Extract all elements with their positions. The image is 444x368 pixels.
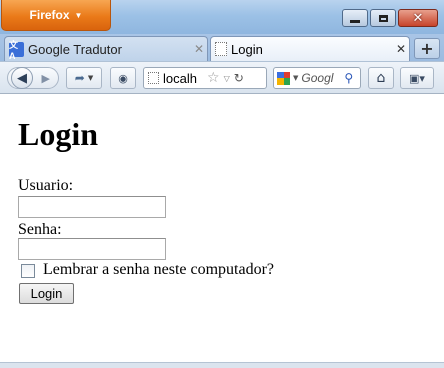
forward-button[interactable]: ▶ <box>42 72 50 85</box>
firefox-menu-label: Firefox <box>29 8 70 22</box>
bookmark-star-icon[interactable]: ☆ <box>207 70 220 86</box>
reload-icon[interactable]: ↻ <box>234 71 244 85</box>
bookmarks-menu-icon: ▣▾ <box>409 71 425 85</box>
google-logo-icon[interactable] <box>277 71 290 85</box>
home-button[interactable]: ⌂ <box>368 67 394 89</box>
url-text[interactable]: localh <box>163 71 203 86</box>
minimize-button[interactable] <box>342 9 368 27</box>
page-title: Login <box>18 116 99 152</box>
tab-close-icon[interactable]: ✕ <box>393 42 409 56</box>
close-window-button[interactable]: ✕ <box>398 9 438 27</box>
username-input[interactable] <box>18 196 166 218</box>
status-bar <box>0 362 444 368</box>
search-bar[interactable]: ▼ Googl ⚲ <box>273 67 361 89</box>
window-titlebar: Firefox ▼ ✕ <box>0 0 444 34</box>
maximize-button[interactable] <box>370 9 396 27</box>
minimize-icon <box>350 19 360 23</box>
chevron-down-icon: ▼ <box>87 74 94 82</box>
new-tab-button[interactable]: + <box>414 38 440 59</box>
bookmarks-icon: ➦ <box>74 71 85 85</box>
bookmarks-toolbar-button[interactable]: ➦ ▼ <box>66 67 102 89</box>
close-icon: ✕ <box>412 10 424 26</box>
window-controls: ✕ <box>342 9 438 27</box>
search-input[interactable]: Googl <box>301 71 341 85</box>
firefox-menu-button[interactable]: Firefox ▼ <box>1 0 111 31</box>
page-content: Login Usuario: Senha: Lembrar a senha ne… <box>0 94 444 368</box>
back-button[interactable]: ◀ <box>11 67 33 89</box>
password-label: Senha: <box>18 221 62 238</box>
tab-close-icon[interactable]: ✕ <box>191 42 207 56</box>
back-forward-buttons: ◀ ▶ <box>7 67 59 89</box>
identity-icon: ◉ <box>118 71 128 85</box>
site-identity-button[interactable]: ◉ <box>110 67 136 89</box>
login-button[interactable]: Login <box>19 283 74 304</box>
url-bar[interactable]: localh ☆ ▽ ↻ <box>143 67 267 89</box>
remember-password-checkbox[interactable] <box>21 264 35 278</box>
remember-password-label: Lembrar a senha neste computador? <box>43 261 275 278</box>
bookmarks-menu-button[interactable]: ▣▾ <box>400 67 434 89</box>
blank-page-icon <box>215 42 227 56</box>
home-icon: ⌂ <box>376 70 386 86</box>
search-icon[interactable]: ⚲ <box>344 71 353 85</box>
page-icon <box>148 72 159 84</box>
google-translate-icon: 文A <box>9 40 24 61</box>
tab-label: Login <box>231 41 263 57</box>
tab-login[interactable]: Login ✕ <box>210 36 410 61</box>
chevron-down-icon: ▼ <box>74 10 83 20</box>
history-dropdown-icon[interactable]: ▽ <box>224 74 230 83</box>
password-input[interactable] <box>18 238 166 260</box>
maximize-icon <box>378 14 388 22</box>
navigation-toolbar: ◀ ▶ ➦ ▼ ◉ localh ☆ ▽ ↻ ▼ Googl ⚲ ⌂ ▣▾ <box>0 61 444 94</box>
back-arrow-icon: ◀ <box>17 70 27 86</box>
plus-icon: + <box>420 39 434 58</box>
tab-google-tradutor[interactable]: 文A Google Tradutor ✕ <box>4 36 208 61</box>
tab-label: Google Tradutor <box>28 41 122 57</box>
chevron-down-icon: ▼ <box>293 74 299 82</box>
tab-strip: 文A Google Tradutor ✕ Login ✕ + <box>0 34 444 61</box>
username-label: Usuario: <box>18 177 74 194</box>
